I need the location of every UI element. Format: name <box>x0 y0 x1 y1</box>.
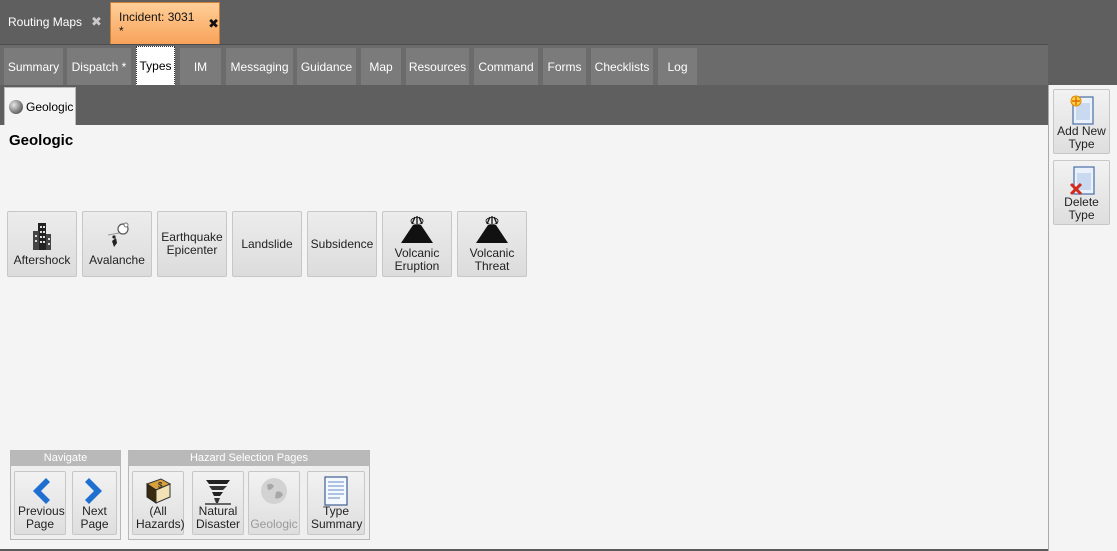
type-summary-button[interactable]: Type Summary <box>307 471 365 535</box>
incident-subtab-strip: Summary Dispatch * Types IM Messaging Gu… <box>0 44 1048 86</box>
type-button-landslide[interactable]: Landslide <box>232 211 302 277</box>
tab-guidance[interactable]: Guidance <box>297 48 356 85</box>
globe-icon <box>9 99 23 114</box>
page-title: Geologic <box>9 132 74 149</box>
svg-text:$: $ <box>158 481 163 490</box>
natural-disaster-button[interactable]: Natural Disaster <box>192 471 244 535</box>
tab-messaging[interactable]: Messaging <box>226 48 293 85</box>
next-page-button[interactable]: Next Page <box>72 471 117 535</box>
all-hazards-label: (All Hazards) <box>136 504 185 531</box>
volcano-icon <box>401 215 433 243</box>
tab-dispatch[interactable]: Dispatch * <box>67 48 131 85</box>
type-button-aftershock[interactable]: Aftershock <box>7 211 77 277</box>
delete-document-icon <box>1069 166 1095 196</box>
document-icon <box>324 476 348 506</box>
doc-tab-routing-maps[interactable]: Routing Maps ✖ <box>0 2 108 42</box>
geologic-page-button[interactable]: Geologic <box>248 471 300 535</box>
type-button-volcanic-threat[interactable]: Volcanic Threat <box>457 211 527 277</box>
navigate-group: Navigate Previous Page Next Page <box>10 450 121 540</box>
types-panel: Geologic Aftershock Avalanche Earthquake… <box>0 125 1048 551</box>
add-document-icon <box>1070 95 1094 125</box>
type-button-earthquake-epicenter[interactable]: Earthquake Epicenter <box>157 211 227 277</box>
building-icon <box>33 223 51 250</box>
category-tab-strip: Geologic <box>0 85 1048 125</box>
delete-type-button[interactable]: Delete Type <box>1053 160 1110 225</box>
tab-forms[interactable]: Forms <box>543 48 586 85</box>
tab-geologic[interactable]: Geologic <box>4 87 76 125</box>
type-label: Subsidence <box>310 236 374 251</box>
doc-tab-label: Incident: 3031 * <box>119 9 195 38</box>
type-summary-label: Type Summary <box>311 504 363 531</box>
category-tab-label: Geologic <box>26 99 74 114</box>
type-button-avalanche[interactable]: Avalanche <box>82 211 152 277</box>
tab-im[interactable]: IM <box>180 48 221 85</box>
doc-tab-incident[interactable]: Incident: 3031 * ✖ <box>110 2 220 44</box>
navigate-header: Navigate <box>11 451 120 466</box>
add-new-type-button[interactable]: Add New Type <box>1053 89 1110 154</box>
delete-type-label: Delete Type <box>1064 195 1099 222</box>
type-button-volcanic-eruption[interactable]: Volcanic Eruption <box>382 211 452 277</box>
tab-map[interactable]: Map <box>361 48 401 85</box>
type-label: Avalanche <box>89 253 145 267</box>
type-label: Aftershock <box>13 253 71 267</box>
tab-log[interactable]: Log <box>658 48 697 85</box>
close-icon[interactable]: ✖ <box>208 16 219 32</box>
all-hazards-button[interactable]: $ (All Hazards) <box>132 471 185 535</box>
globe-icon <box>261 478 287 504</box>
document-tab-strip: Routing Maps ✖ Incident: 3031 * ✖ <box>0 0 1117 44</box>
tab-checklists[interactable]: Checklists <box>591 48 653 85</box>
tornado-icon <box>205 480 231 505</box>
type-label: Volcanic Eruption <box>394 245 440 273</box>
natural-disaster-label: Natural Disaster <box>196 504 241 531</box>
tab-types[interactable]: Types <box>136 46 175 86</box>
type-label: Landslide <box>241 236 293 251</box>
avalanche-icon <box>107 222 129 247</box>
type-label: Volcanic Threat <box>469 245 515 273</box>
hazard-selection-group: Hazard Selection Pages $ (All Hazards) N… <box>128 450 370 540</box>
tab-command[interactable]: Command <box>474 48 538 85</box>
tab-resources[interactable]: Resources <box>406 48 469 85</box>
type-button-subsidence[interactable]: Subsidence <box>307 211 377 277</box>
geologic-page-label: Geologic <box>250 517 298 531</box>
close-icon[interactable]: ✖ <box>91 14 102 30</box>
add-new-type-label: Add New Type <box>1057 124 1106 151</box>
doc-tab-label: Routing Maps <box>8 15 83 29</box>
next-page-label: Next Page <box>80 504 109 531</box>
tab-summary[interactable]: Summary <box>4 48 63 85</box>
right-action-sidebar: Add New Type Delete Type <box>1048 85 1117 551</box>
chevron-left-icon <box>33 478 50 504</box>
type-label: Earthquake Epicenter <box>161 230 223 257</box>
volcano-icon <box>476 215 508 243</box>
previous-page-label: Previous Page <box>18 504 65 531</box>
chevron-right-icon <box>84 478 102 504</box>
book-icon: $ <box>145 478 172 504</box>
previous-page-button[interactable]: Previous Page <box>14 471 66 535</box>
hazard-selection-header: Hazard Selection Pages <box>129 451 369 466</box>
